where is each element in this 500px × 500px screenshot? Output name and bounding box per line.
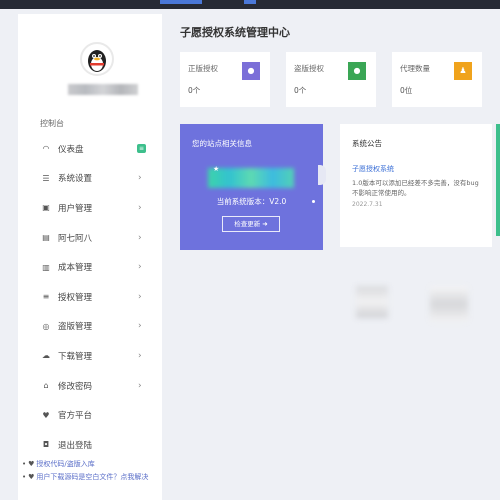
blurred-watermark — [430, 286, 468, 322]
calendar-icon: ▤ — [42, 233, 50, 243]
sidebar-item-label: 系统设置 — [58, 174, 93, 185]
card-icon: ▥ — [42, 262, 50, 272]
sidebar-item-label: 授权管理 — [58, 292, 93, 303]
stat-label: 正版授权 — [188, 64, 218, 73]
announcement-body: 1.0版本可以添加已经差不多完善，没有bug不影响正常使用的。 — [352, 179, 479, 197]
sidebar-item-aqi-aba[interactable]: ▤ 阿七阿八 › — [18, 223, 162, 253]
shield-icon: ● — [348, 62, 366, 80]
stat-label: 盗版授权 — [294, 64, 324, 73]
sidebar-item-label: 官方平台 — [58, 411, 93, 422]
announcement-date: 2022.7.31 — [352, 201, 383, 208]
user-icon: ▣ — [42, 203, 50, 213]
sidebar-item-dashboard[interactable]: ◠ 仪表盘 ≡ — [18, 134, 162, 164]
sidebar: 控制台 ◠ 仪表盘 ≡ ☰ 系统设置 › ▣ 用户管理 › ▤ 阿七阿八 › ▥… — [18, 14, 162, 500]
person-icon: ♟ — [454, 62, 472, 80]
sidebar-item-label: 仪表盘 — [58, 144, 84, 155]
chevron-right-icon: › — [138, 380, 142, 391]
carousel-dot[interactable] — [312, 200, 315, 203]
penguin-avatar-icon — [88, 50, 106, 72]
sidebar-item-label: 成本管理 — [58, 263, 93, 274]
dashboard-icon: ◠ — [42, 144, 50, 154]
system-version: 当前系统版本：V2.0 — [216, 197, 287, 206]
sidebar-item-label: 盗版管理 — [58, 322, 93, 333]
announcement-title: 系统公告 — [352, 139, 382, 148]
menu-badge: ≡ — [137, 144, 146, 154]
site-info-card: 您的站点相关信息 ★ 当前系统版本：V2.0 检查更新 ➜ — [180, 124, 323, 250]
stat-card-agents: 代理数量 0位 ♟ — [392, 52, 482, 107]
chevron-right-icon: › — [138, 262, 142, 273]
heart-icon: ♥ — [42, 410, 50, 420]
footer-link-download-help[interactable]: • ♥ 用户下载源码是空白文件？点我解决 — [22, 471, 148, 483]
page-title: 子愿授权系统管理中心 — [180, 26, 290, 39]
offscreen-card-edge — [496, 124, 500, 236]
bullet-icon: • — [22, 460, 27, 468]
chevron-right-icon: › — [138, 232, 142, 243]
sidebar-item-user-management[interactable]: ▣ 用户管理 › — [18, 193, 162, 223]
heart-icon: ♥ — [28, 460, 35, 468]
heart-icon: ♥ — [28, 473, 35, 481]
carousel-next-arrow[interactable] — [318, 165, 326, 185]
chevron-right-icon: › — [138, 202, 142, 213]
sidebar-item-official-platform[interactable]: ♥ 官方平台 — [18, 400, 162, 430]
section-label-console: 控制台 — [40, 119, 64, 128]
sidebar-footer-links: • ♥ 授权代码/盗版入库 • ♥ 用户下载源码是空白文件？点我解决 — [22, 458, 148, 483]
lock-icon: ⌂ — [43, 381, 49, 391]
sidebar-item-label: 下载管理 — [58, 351, 93, 362]
sidebar-item-piracy-management[interactable]: ◎ 盗版管理 › — [18, 312, 162, 342]
target-icon: ◎ — [42, 321, 50, 331]
stat-value: 0个 — [188, 86, 201, 95]
site-info-title: 您的站点相关信息 — [192, 139, 252, 148]
announcement-card: 系统公告 子愿授权系统 1.0版本可以添加已经差不多完善，没有bug不影响正常使… — [340, 124, 492, 247]
sidebar-item-label: 阿七阿八 — [58, 233, 93, 244]
chevron-right-icon: › — [138, 291, 142, 302]
top-nav-bar — [0, 0, 500, 9]
site-domain-blurred — [208, 168, 294, 188]
avatar[interactable] — [80, 42, 114, 76]
sidebar-item-label: 修改密码 — [58, 381, 93, 392]
sidebar-item-system-settings[interactable]: ☰ 系统设置 › — [18, 164, 162, 194]
info-icon: ● — [242, 62, 260, 80]
chevron-right-icon: › — [138, 350, 142, 361]
top-nav-accent — [244, 0, 256, 4]
chevron-right-icon: › — [138, 173, 142, 184]
sidebar-item-change-password[interactable]: ⌂ 修改密码 › — [18, 371, 162, 401]
star-icon: ★ — [213, 165, 220, 173]
sidebar-item-label: 退出登陆 — [58, 440, 93, 451]
stat-card-pirated: 盗版授权 0个 ● — [286, 52, 376, 107]
check-update-button[interactable]: 检查更新 ➜ — [222, 216, 280, 232]
sidebar-item-logout[interactable]: ◘ 退出登陆 — [18, 430, 162, 460]
username-blurred — [68, 84, 138, 95]
chevron-right-icon: › — [138, 321, 142, 332]
sidebar-item-license-management[interactable]: ≡ 授权管理 › — [18, 282, 162, 312]
list-icon: ≡ — [42, 292, 50, 302]
cloud-download-icon: ☁ — [42, 351, 50, 361]
announcement-link[interactable]: 子愿授权系统 — [352, 164, 394, 174]
top-nav-accent — [160, 0, 202, 4]
sidebar-item-cost-management[interactable]: ▥ 成本管理 › — [18, 252, 162, 282]
stat-label: 代理数量 — [400, 64, 430, 73]
sidebar-menu: ◠ 仪表盘 ≡ ☰ 系统设置 › ▣ 用户管理 › ▤ 阿七阿八 › ▥ 成本管… — [18, 134, 162, 460]
sidebar-item-download-management[interactable]: ☁ 下载管理 › — [18, 341, 162, 371]
footer-link-license-code[interactable]: • ♥ 授权代码/盗版入库 — [22, 458, 148, 470]
stat-card-genuine: 正版授权 0个 ● — [180, 52, 270, 107]
bullet-icon: • — [22, 473, 27, 481]
settings-list-icon: ☰ — [42, 173, 50, 183]
blurred-watermark — [356, 286, 388, 318]
profile-panel — [18, 14, 162, 106]
logout-icon: ◘ — [42, 440, 50, 450]
stat-value: 0位 — [400, 86, 413, 95]
sidebar-item-label: 用户管理 — [58, 203, 93, 214]
stat-value: 0个 — [294, 86, 307, 95]
